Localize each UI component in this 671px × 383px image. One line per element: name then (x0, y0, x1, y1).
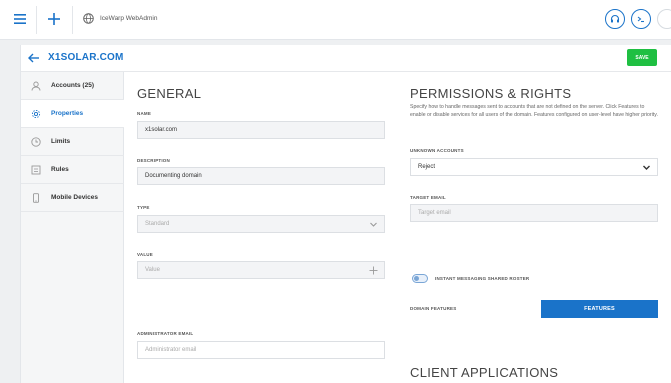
permissions-description: Specify how to handle messages sent to a… (410, 104, 658, 118)
sidebar-item-label: Mobile Devices (51, 194, 98, 201)
plus-icon[interactable] (43, 8, 65, 30)
domain-panel: X1SOLAR.COM SAVE Accounts (25) Propertie… (20, 45, 671, 383)
plus-icon[interactable] (369, 266, 378, 275)
admin-email-placeholder: Administrator email (145, 347, 197, 353)
features-button[interactable]: FEATURES (541, 300, 658, 318)
page-title: X1SOLAR.COM (48, 52, 124, 63)
save-button[interactable]: SAVE (627, 49, 657, 66)
user-icon (31, 81, 41, 91)
target-email-label: TARGET EMAIL (410, 195, 446, 200)
admin-email-label: ADMINISTRATOR EMAIL (137, 331, 194, 336)
sidebar: Accounts (25) Properties Limits Rules Mo… (21, 72, 124, 383)
app-brand: IceWarp WebAdmin (83, 13, 157, 24)
value-placeholder: Value (145, 267, 160, 273)
rules-icon (31, 165, 41, 175)
sidebar-item-label: Properties (51, 110, 84, 117)
name-value: x1solar.com (145, 127, 178, 133)
description-value: Documenting domain (145, 173, 202, 179)
unknown-accounts-value: Reject (418, 164, 436, 170)
name-field[interactable]: x1solar.com (137, 121, 385, 139)
clock-icon (31, 136, 41, 147)
sidebar-item-rules[interactable]: Rules (21, 156, 124, 184)
sidebar-item-mobile-devices[interactable]: Mobile Devices (21, 184, 124, 212)
permissions-heading: PERMISSIONS & RIGHTS (410, 86, 572, 101)
circle-icon[interactable] (657, 9, 671, 29)
name-label: NAME (137, 111, 152, 116)
sidebar-item-label: Accounts (25) (51, 82, 94, 89)
admin-email-input[interactable]: Administrator email (137, 341, 385, 359)
headset-icon[interactable] (605, 9, 625, 29)
type-label: TYPE (137, 205, 150, 210)
panel-header: X1SOLAR.COM SAVE (21, 45, 671, 72)
unknown-accounts-label: UNKNOWN ACCOUNTS (410, 148, 464, 153)
phone-icon (31, 192, 41, 203)
client-applications-heading: CLIENT APPLICATIONS (410, 365, 559, 380)
im-roster-label: INSTANT MESSAGING SHARED ROSTER (435, 276, 530, 281)
globe-icon (83, 13, 94, 24)
im-roster-toggle[interactable] (412, 274, 428, 283)
chevron-down-icon (369, 220, 378, 229)
description-field[interactable]: Documenting domain (137, 167, 385, 185)
chevron-down-icon (642, 163, 651, 172)
top-bar: IceWarp WebAdmin (0, 0, 671, 40)
target-email-input[interactable]: Target email (410, 204, 658, 222)
unknown-accounts-select[interactable]: Reject (410, 158, 658, 176)
divider (72, 6, 73, 34)
type-select[interactable]: Standard (137, 215, 385, 233)
back-arrow-icon[interactable] (27, 51, 41, 65)
terminal-icon[interactable] (631, 9, 651, 29)
sidebar-item-properties[interactable]: Properties (21, 100, 124, 128)
value-label: VALUE (137, 252, 153, 257)
sidebar-item-label: Rules (51, 166, 69, 173)
target-email-placeholder: Target email (418, 210, 451, 216)
gear-icon (31, 109, 41, 119)
description-label: DESCRIPTION (137, 158, 170, 163)
type-value: Standard (145, 221, 170, 227)
sidebar-item-label: Limits (51, 138, 71, 145)
divider (36, 6, 37, 34)
app-name: IceWarp WebAdmin (100, 15, 158, 22)
hamburger-menu-icon[interactable] (9, 8, 31, 30)
sidebar-item-limits[interactable]: Limits (21, 128, 124, 156)
domain-features-label: DOMAIN FEATURES (410, 306, 457, 311)
general-heading: GENERAL (137, 86, 202, 101)
sidebar-item-accounts[interactable]: Accounts (25) (21, 72, 124, 100)
value-input[interactable]: Value (137, 261, 385, 279)
